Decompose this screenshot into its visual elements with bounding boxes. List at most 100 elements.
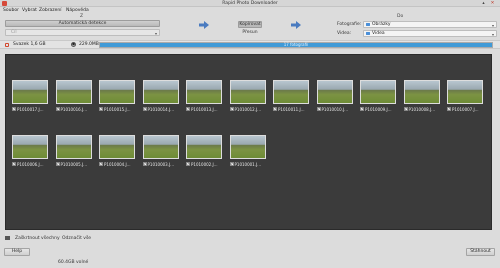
thumbnail-checkbox[interactable]: ✓	[55, 162, 60, 166]
thumbnail-item[interactable]: ✓ P1010001.J...	[228, 135, 268, 175]
chevron-down-icon: ▾	[491, 32, 494, 37]
photo-destination-value: Obrázky	[372, 22, 391, 27]
photo-thumbnail[interactable]	[12, 80, 48, 104]
thumbnail-item[interactable]: ✓ P1010014.J...	[141, 80, 181, 120]
photo-thumbnail[interactable]	[142, 135, 179, 159]
progress-text: 17 fotografií	[283, 42, 309, 47]
photo-thumbnail[interactable]	[186, 80, 222, 104]
device-size: 229.0MB	[79, 42, 99, 47]
source-path-combo[interactable]: Cíl ▾	[5, 29, 160, 36]
thumbnail-item[interactable]: ✓ P1010016.J...	[54, 80, 94, 120]
thumbnail-filename: P1010001.J...	[234, 162, 262, 167]
photo-thumbnail[interactable]	[12, 135, 48, 159]
menu-item-napoveda[interactable]: Nápověda	[66, 8, 89, 13]
photo-thumbnail[interactable]	[142, 80, 179, 104]
thumbnail-checkbox[interactable]: ✓	[186, 162, 190, 166]
status-bar: 60.4GB volné	[0, 259, 500, 268]
thumbnail-checkbox[interactable]: ✓	[12, 162, 16, 166]
thumbnail-checkbox[interactable]: ✓	[55, 107, 60, 111]
thumbnail-checkbox[interactable]: ✓	[403, 107, 408, 111]
thumbnail-checkbox[interactable]: ✓	[273, 107, 277, 111]
help-button[interactable]: Help	[4, 248, 30, 256]
thumbnail-item[interactable]: ✓ P1010002.J...	[184, 135, 224, 175]
folder-icon	[366, 23, 370, 26]
arrow-right-icon	[199, 21, 209, 29]
photo-thumbnail[interactable]	[316, 80, 353, 104]
thumbnail-item[interactable]: ✓ P1010012.J...	[228, 80, 268, 120]
device-name: Svazek 1,6 GB	[13, 42, 46, 47]
thumbnail-item[interactable]: ✓ P1010015.J...	[97, 80, 137, 120]
photo-thumbnail[interactable]	[360, 80, 396, 104]
photo-thumbnail[interactable]	[55, 80, 92, 104]
thumbnail-item[interactable]: ✓ P1010004.J...	[97, 135, 137, 175]
photo-thumbnail[interactable]	[99, 80, 135, 104]
thumbnail-checkbox[interactable]: ✓	[142, 107, 147, 111]
thumbnail-checkbox[interactable]: ✓	[229, 162, 234, 166]
photo-thumbnail[interactable]	[403, 80, 440, 104]
thumbnail-checkbox[interactable]: ✓	[99, 107, 103, 111]
thumbnail-filename: P1010009.J...	[365, 107, 392, 112]
menu-bar: Soubor Vybrat Zobrazení Nápověda	[0, 7, 500, 14]
thumbnail-item[interactable]: ✓ P1010007.J...	[445, 80, 485, 120]
thumbnail-filename: P1010011.J...	[278, 107, 305, 112]
thumbnail-checkbox[interactable]: ✓	[316, 107, 321, 111]
thumbnail-filename: P1010015.J...	[104, 107, 131, 112]
thumbnail-item[interactable]: ✓ P1010013.J...	[184, 80, 224, 120]
thumbnail-checkbox[interactable]: ✓	[99, 162, 103, 166]
thumbnail-checkbox[interactable]: ✓	[186, 107, 190, 111]
video-destination-row: Videa: Videa ▾	[337, 30, 497, 37]
chevron-down-icon: ▾	[491, 23, 494, 28]
thumbnail-filename: P1010003.J...	[147, 162, 175, 167]
thumbnail-filename: P1010002.J...	[191, 162, 218, 167]
source-header: Z	[80, 14, 84, 19]
thumbnail-item[interactable]: ✓ P1010008.J...	[402, 80, 442, 120]
select-mode-icon[interactable]	[5, 236, 10, 240]
thumbnail-item[interactable]: ✓ P1010005.J...	[54, 135, 94, 175]
thumbnail-item[interactable]: ✓ P1010011.J...	[271, 80, 311, 120]
photo-thumbnail[interactable]	[273, 80, 309, 104]
chevron-down-icon: ▾	[154, 31, 157, 36]
video-destination-combo[interactable]: Videa ▾	[363, 30, 497, 37]
auto-detect-button[interactable]: Automatická detekce	[5, 20, 160, 27]
thumbnail-filename: P1010006.J...	[17, 162, 44, 167]
stop-icon[interactable]: ■	[71, 42, 76, 47]
thumbnail-filename: P1010012.J...	[234, 107, 262, 112]
photo-thumbnail[interactable]	[55, 135, 92, 159]
device-icon	[5, 43, 9, 47]
photo-thumbnail[interactable]	[99, 135, 135, 159]
menu-item-zobrazeni[interactable]: Zobrazení	[39, 8, 62, 13]
thumbnail-item[interactable]: ✓ P1010003.J...	[141, 135, 181, 175]
select-all-link[interactable]: Zaškrtnout všechny	[15, 236, 60, 241]
source-path-value: Cíl	[11, 30, 17, 35]
thumbnail-item[interactable]: ✓ P1010017.J...	[10, 80, 50, 120]
thumbnail-item[interactable]: ✓ P1010010.J...	[315, 80, 355, 120]
thumbnail-checkbox[interactable]: ✓	[142, 162, 147, 166]
thumbnail-filename: P1010010.J...	[321, 107, 349, 112]
thumbnail-item[interactable]: ✓ P1010009.J...	[358, 80, 398, 120]
download-button[interactable]: Stáhnout	[466, 248, 495, 256]
close-icon[interactable]: ✕	[490, 1, 495, 6]
thumbnail-grid: ✓ P1010017.J... ✓ P1010016.J... ✓ P1010015.J.…	[5, 54, 492, 230]
photo-thumbnail[interactable]	[229, 135, 266, 159]
menu-item-soubor[interactable]: Soubor	[3, 8, 19, 13]
photo-thumbnail[interactable]	[186, 135, 222, 159]
free-space-status: 60.4GB volné	[58, 260, 89, 265]
video-destination-value: Videa	[372, 31, 385, 36]
thumbnail-checkbox[interactable]: ✓	[229, 107, 234, 111]
copy-toggle-button[interactable]: Kopírovat	[238, 21, 262, 28]
photo-thumbnail[interactable]	[447, 80, 483, 104]
move-toggle-button[interactable]: Přesun	[238, 30, 262, 35]
video-destination-label: Videa:	[337, 31, 352, 36]
arrow-right-icon	[291, 21, 301, 29]
photo-destination-label: Fotografie:	[337, 22, 362, 27]
thumbnail-checkbox[interactable]: ✓	[447, 107, 451, 111]
thumbnail-filename: P1010017.J...	[17, 107, 44, 112]
thumbnail-item[interactable]: ✓ P1010006.J...	[10, 135, 50, 175]
photo-thumbnail[interactable]	[229, 80, 266, 104]
photo-destination-combo[interactable]: Obrázky ▾	[363, 21, 497, 28]
menu-item-vybrat[interactable]: Vybrat	[22, 8, 37, 13]
thumbnail-checkbox[interactable]: ✓	[12, 107, 16, 111]
maximize-icon[interactable]: ▴	[481, 1, 486, 6]
deselect-all-link[interactable]: Odznačit vše	[62, 236, 91, 241]
thumbnail-checkbox[interactable]: ✓	[360, 107, 364, 111]
